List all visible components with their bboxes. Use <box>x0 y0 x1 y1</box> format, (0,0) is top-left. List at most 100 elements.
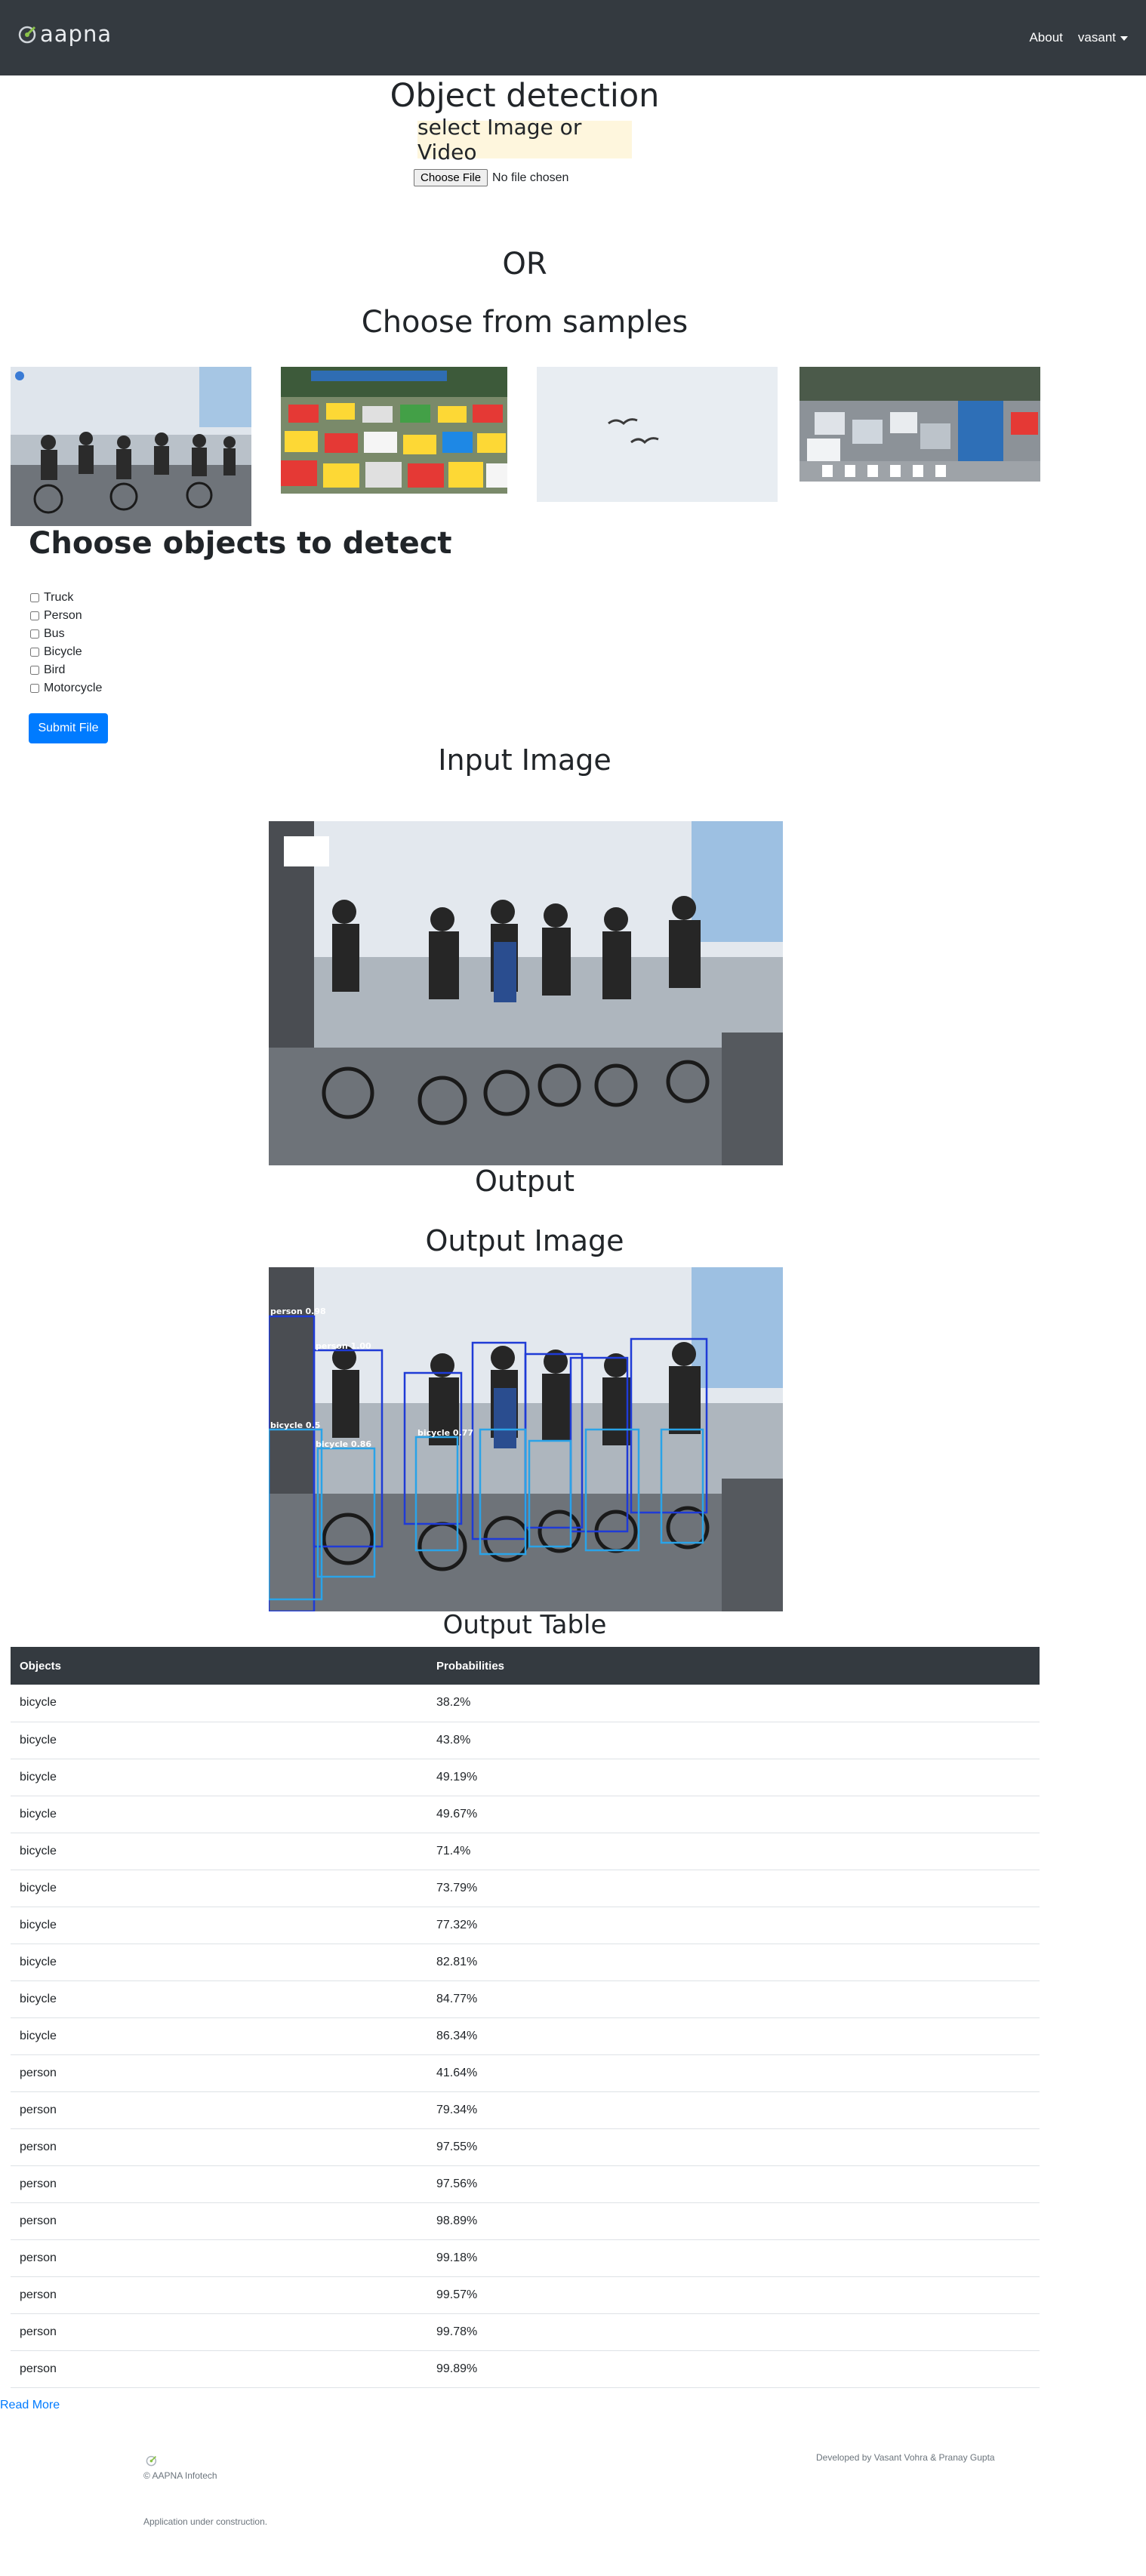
detection-label: bicycle 0.86 <box>316 1439 371 1449</box>
sample-cyclists[interactable] <box>11 367 251 526</box>
sample-cyclists-image <box>11 367 251 526</box>
object-cell: bicycle <box>11 1796 427 1833</box>
motorcycle-checkbox[interactable] <box>30 684 39 693</box>
user-name: vasant <box>1077 30 1116 45</box>
checkbox-bus[interactable]: Bus <box>30 625 102 643</box>
object-cell: bicycle <box>11 1759 427 1796</box>
table-row: person 97.56% <box>11 2165 1040 2203</box>
probability-cell: 97.55% <box>427 2128 1040 2166</box>
object-cell: person <box>11 2202 427 2240</box>
aapna-logo-icon <box>146 2455 157 2467</box>
submit-file-button[interactable]: Submit File <box>29 713 108 743</box>
object-cell: bicycle <box>11 1833 427 1870</box>
sample-city-traffic-image <box>799 367 1040 482</box>
user-dropdown[interactable]: vasant <box>1078 30 1128 45</box>
checkbox-label: Truck <box>44 591 74 604</box>
table-row: bicycle 43.8% <box>11 1722 1040 1759</box>
table-row: bicycle 49.19% <box>11 1759 1040 1796</box>
table-row: person 98.89% <box>11 2202 1040 2240</box>
sample-city-traffic[interactable] <box>799 367 1040 482</box>
checkbox-person[interactable]: Person <box>30 607 102 625</box>
probability-cell: 41.64% <box>427 2054 1040 2092</box>
probability-cell: 99.78% <box>427 2313 1040 2351</box>
table-row: bicycle 77.32% <box>11 1907 1040 1944</box>
bicycle-checkbox[interactable] <box>30 648 39 657</box>
table-row: bicycle 86.34% <box>11 2017 1040 2055</box>
table-row: person 99.78% <box>11 2313 1040 2351</box>
table-row: bicycle 84.77% <box>11 1980 1040 2018</box>
probability-cell: 43.8% <box>427 1722 1040 1759</box>
sample-birds-image <box>537 367 778 502</box>
probability-cell: 38.2% <box>427 1685 1040 1722</box>
objects-column-header: Objects <box>11 1647 427 1685</box>
object-cell: bicycle <box>11 1980 427 2018</box>
object-cell: bicycle <box>11 1944 427 1981</box>
read-more-link[interactable]: Read More <box>0 2399 60 2412</box>
sample-traffic-jam-image <box>281 367 507 494</box>
output-image: person 0.98 person 1.00 bicycle 0.5 bicy… <box>269 1267 783 1611</box>
checkbox-truck[interactable]: Truck <box>30 589 102 607</box>
table-header-row: Objects Probabilities <box>11 1647 1040 1685</box>
object-cell: person <box>11 2054 427 2092</box>
choose-file-button[interactable]: Choose File <box>414 169 488 186</box>
checkbox-bicycle[interactable]: Bicycle <box>30 643 102 661</box>
detection-label: person 1.00 <box>316 1341 371 1351</box>
bird-checkbox[interactable] <box>30 666 39 675</box>
probability-cell: 79.34% <box>427 2091 1040 2129</box>
input-image-title: Input Image <box>438 743 612 777</box>
probability-cell: 77.32% <box>427 1907 1040 1944</box>
output-image-title: Output Image <box>425 1224 624 1257</box>
table-row: person 99.57% <box>11 2276 1040 2314</box>
table-row: person 41.64% <box>11 2054 1040 2092</box>
probability-cell: 86.34% <box>427 2017 1040 2055</box>
person-checkbox[interactable] <box>30 611 39 620</box>
object-checkbox-list: Truck Person Bus Bicycle Bird Motorcycle <box>30 589 102 697</box>
probability-cell: 49.67% <box>427 1796 1040 1833</box>
object-cell: bicycle <box>11 1722 427 1759</box>
probability-cell: 99.57% <box>427 2276 1040 2314</box>
probability-cell: 49.19% <box>427 1759 1040 1796</box>
page-title: Object detection <box>390 77 660 115</box>
object-cell: bicycle <box>11 2017 427 2055</box>
probability-cell: 97.56% <box>427 2165 1040 2203</box>
detection-label: person 0.98 <box>270 1306 326 1316</box>
object-cell: bicycle <box>11 1907 427 1944</box>
object-cell: bicycle <box>11 1870 427 1907</box>
bus-checkbox[interactable] <box>30 629 39 639</box>
table-row: bicycle 71.4% <box>11 1833 1040 1870</box>
checkbox-bird[interactable]: Bird <box>30 661 102 679</box>
object-cell: person <box>11 2091 427 2129</box>
truck-checkbox[interactable] <box>30 593 39 602</box>
file-picker: Choose File No file chosen <box>414 169 568 186</box>
samples-title: Choose from samples <box>361 305 689 340</box>
objects-title: Choose objects to detect <box>29 526 452 561</box>
table-row: bicycle 73.79% <box>11 1870 1040 1907</box>
footer-copyright: © AAPNA Infotech <box>143 2470 217 2481</box>
nav-links: About vasant <box>1029 30 1128 45</box>
output-table-title: Output Table <box>442 1610 607 1640</box>
probability-cell: 71.4% <box>427 1833 1040 1870</box>
select-media-label: select Image or Video <box>417 115 632 165</box>
sample-birds[interactable] <box>537 367 778 502</box>
brand-logo-link[interactable]: aapna <box>17 23 112 45</box>
output-photo: person 0.98 person 1.00 bicycle 0.5 bicy… <box>269 1267 783 1611</box>
object-cell: person <box>11 2313 427 2351</box>
checkbox-label: Motorcycle <box>44 682 103 694</box>
probabilities-column-header: Probabilities <box>427 1647 1040 1685</box>
probability-cell: 99.18% <box>427 2239 1040 2277</box>
nav-about-link[interactable]: About <box>1029 30 1062 45</box>
output-title: Output <box>475 1165 575 1198</box>
table-body: bicycle 38.2% bicycle 43.8% bicycle 49.19% bic… <box>11 1685 1040 2388</box>
probability-cell: 82.81% <box>427 1944 1040 1981</box>
detection-label: bicycle 0.77 <box>417 1428 473 1438</box>
footer-note: Application under construction. <box>143 2516 268 2527</box>
object-cell: person <box>11 2350 427 2388</box>
chevron-down-icon <box>1120 35 1128 41</box>
table-row: bicycle 38.2% <box>11 1685 1040 1722</box>
checkbox-motorcycle[interactable]: Motorcycle <box>30 679 102 697</box>
table-row: person 99.18% <box>11 2239 1040 2277</box>
sample-traffic-jam[interactable] <box>281 367 507 494</box>
checkbox-label: Bus <box>44 627 65 640</box>
table-row: bicycle 82.81% <box>11 1944 1040 1981</box>
checkbox-label: Person <box>44 609 82 622</box>
